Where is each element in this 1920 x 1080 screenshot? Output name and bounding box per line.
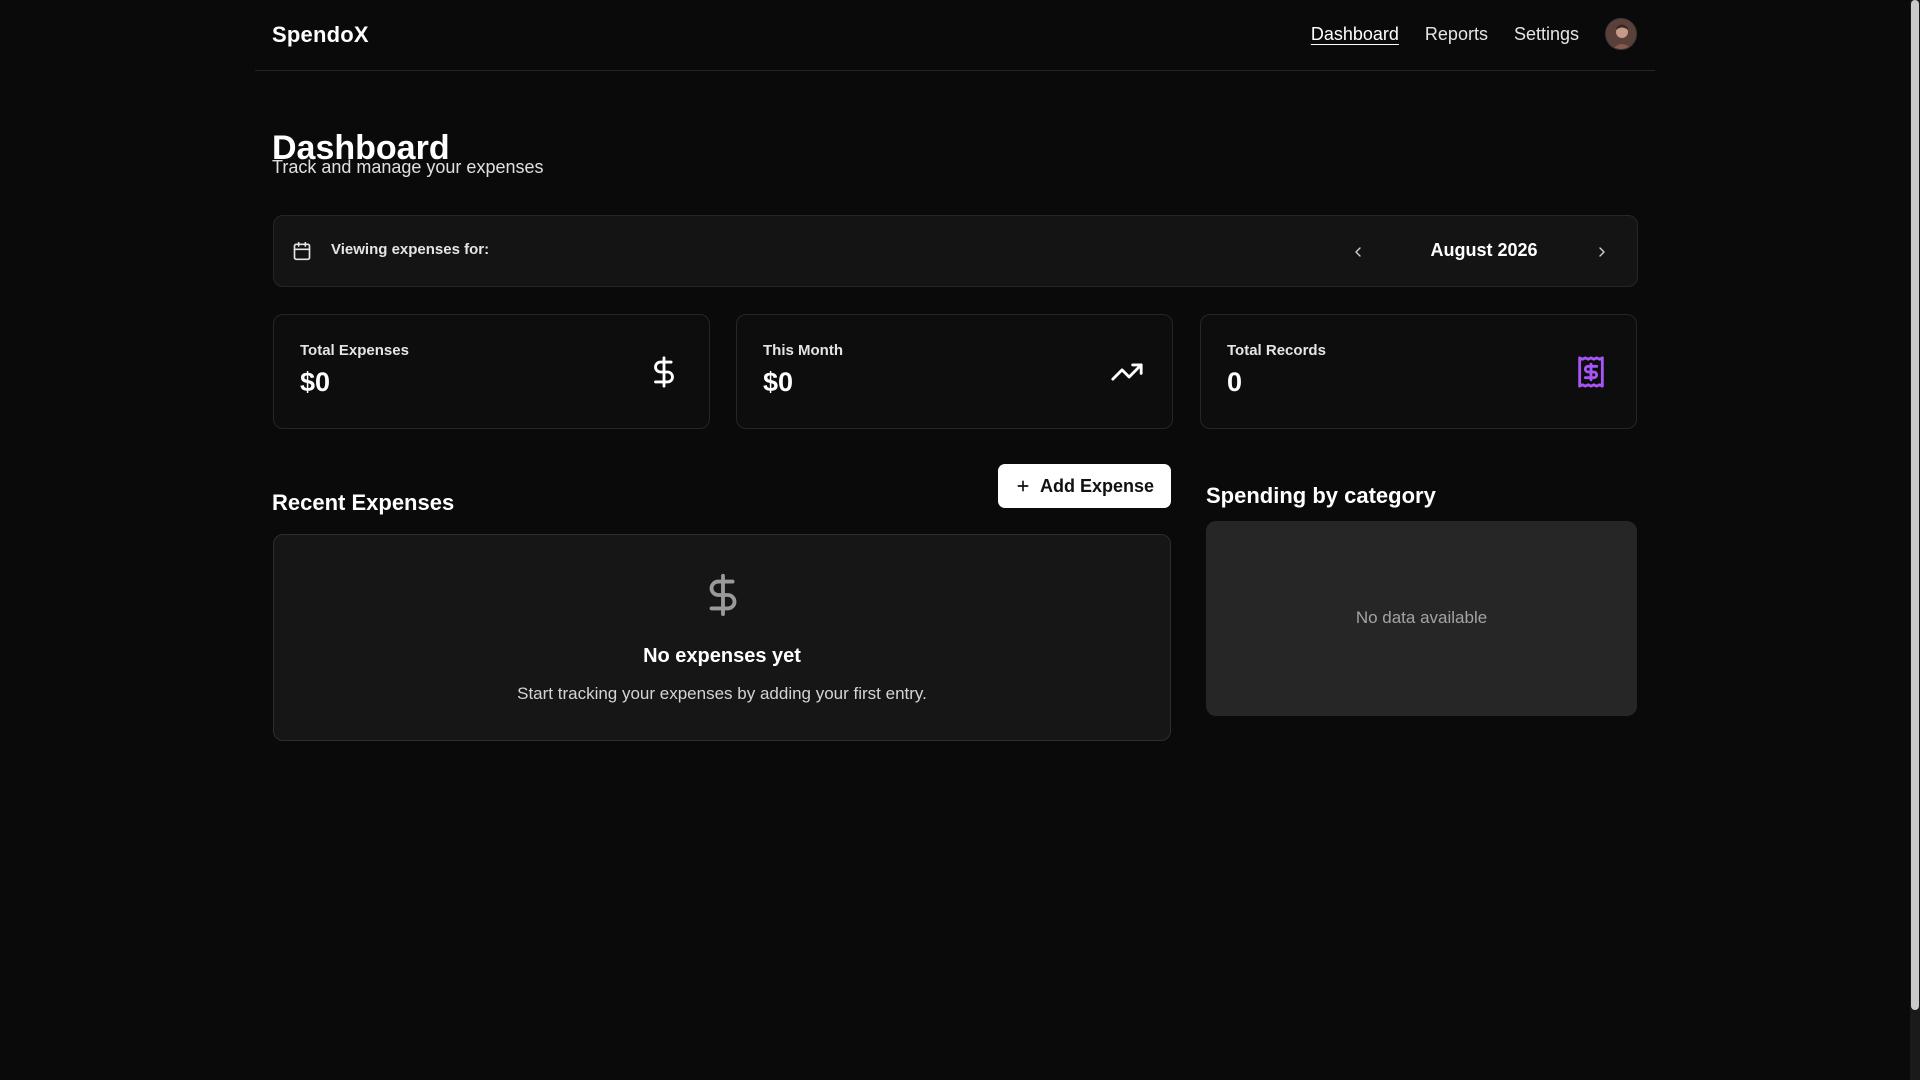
nav-settings-link[interactable]: Settings: [1514, 24, 1579, 45]
plus-icon: [1017, 480, 1029, 492]
brand-logo[interactable]: SpendoX: [272, 22, 369, 48]
empty-state-text: Start tracking your expenses by adding y…: [517, 684, 927, 703]
dollar-icon: [709, 573, 737, 617]
scrollbar-thumb[interactable]: [1911, 0, 1919, 1010]
chevron-left-icon: [1355, 247, 1361, 257]
next-month-button[interactable]: [1588, 238, 1616, 266]
stat-card-total-expenses: Total Expenses $0: [273, 314, 710, 429]
stat-card-this-month: This Month $0: [736, 314, 1173, 429]
stat-value: $0: [763, 367, 794, 397]
nav-reports-link[interactable]: Reports: [1425, 24, 1488, 45]
recent-expenses-empty-state: No expenses yet Start tracking your expe…: [273, 534, 1171, 741]
chevron-right-icon: [1599, 247, 1605, 257]
stat-card-total-records: Total Records 0: [1200, 314, 1637, 429]
add-expense-label: Add Expense: [1039, 475, 1155, 496]
page-scrollbar[interactable]: [1910, 0, 1920, 1080]
calendar-icon: [293, 241, 311, 261]
page-subtitle: Track and manage your expenses: [272, 157, 544, 177]
stat-label: Total Expenses: [300, 342, 409, 359]
previous-month-button[interactable]: [1344, 238, 1372, 266]
stat-label: This Month: [763, 342, 843, 359]
receipt-icon: [1578, 356, 1604, 388]
category-chart-card: No data available: [1206, 521, 1637, 716]
empty-state-title: No expenses yet: [643, 645, 801, 667]
stat-value: $0: [300, 367, 331, 397]
stat-value: 0: [1227, 367, 1243, 397]
dollar-icon: [654, 356, 674, 388]
top-navigation-bar: SpendoX Dashboard Reports Settings: [255, 0, 1655, 71]
stat-label: Total Records: [1227, 342, 1326, 359]
nav-dashboard-link[interactable]: Dashboard: [1311, 24, 1399, 45]
trending-up-icon: [1111, 363, 1143, 381]
recent-expenses-title: Recent Expenses: [272, 490, 455, 516]
current-month-label: August 2026: [1430, 240, 1538, 260]
chart-empty-text: No data available: [1355, 608, 1488, 627]
add-expense-button[interactable]: Add Expense: [998, 464, 1171, 508]
main-nav: Dashboard Reports Settings: [1311, 18, 1637, 50]
user-avatar[interactable]: [1605, 18, 1637, 50]
avatar-person-icon: [1606, 19, 1636, 49]
spending-by-category-title: Spending by category: [1206, 483, 1436, 509]
period-selector: Viewing expenses for: August 2026: [273, 215, 1638, 287]
period-label: Viewing expenses for:: [331, 241, 490, 258]
